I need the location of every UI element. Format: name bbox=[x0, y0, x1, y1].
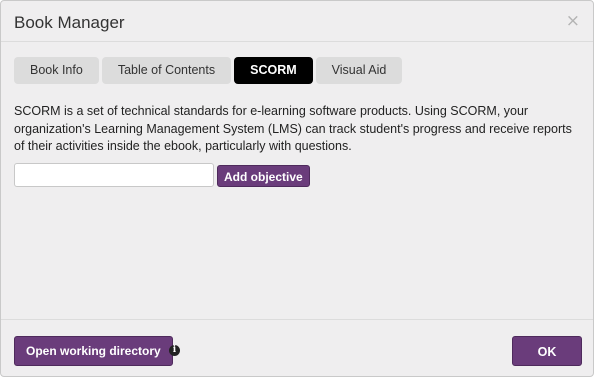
tab-visual-aid[interactable]: Visual Aid bbox=[315, 57, 403, 84]
close-icon[interactable]: × bbox=[566, 11, 580, 31]
dialog-title: Book Manager bbox=[14, 13, 125, 32]
add-objective-button[interactable]: Add objective bbox=[217, 165, 310, 187]
tab-scorm[interactable]: SCORM bbox=[234, 57, 313, 84]
tab-table-of-contents[interactable]: Table of Contents bbox=[101, 57, 232, 84]
info-icon[interactable]: i bbox=[169, 345, 180, 356]
tab-book-info[interactable]: Book Info bbox=[14, 57, 99, 84]
scorm-description: SCORM is a set of technical standards fo… bbox=[14, 104, 572, 153]
objective-input[interactable] bbox=[14, 163, 214, 187]
tab-bar: Book Info Table of Contents SCORM Visual… bbox=[14, 57, 403, 84]
dialog-footer: Open working directory i OK bbox=[1, 319, 593, 377]
dialog-header: Book Manager × bbox=[1, 1, 593, 42]
open-working-directory-button[interactable]: Open working directory bbox=[14, 336, 173, 366]
ok-button[interactable]: OK bbox=[512, 336, 582, 366]
book-manager-dialog: Book Manager × Book Info Table of Conten… bbox=[0, 0, 594, 377]
